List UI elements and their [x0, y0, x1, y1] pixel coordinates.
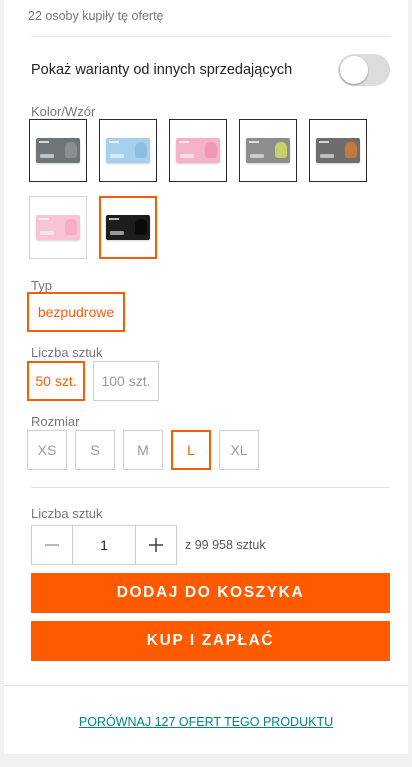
toggle-knob — [340, 56, 368, 84]
type-option-bezpudrowe[interactable]: bezpudrowe — [27, 292, 125, 332]
decrement-button[interactable] — [32, 526, 72, 564]
product-thumbnail — [36, 215, 80, 240]
variants-toggle[interactable] — [338, 54, 390, 86]
color-swatch-3[interactable] — [169, 119, 227, 182]
pieces-option-100[interactable]: 100 szt. — [93, 361, 159, 401]
size-option-label: XL — [230, 442, 248, 458]
product-thumbnail — [106, 215, 150, 240]
size-option-label: S — [90, 442, 100, 458]
pieces-option-label: 50 szt. — [35, 373, 77, 389]
color-swatch-1[interactable] — [29, 119, 87, 182]
divider — [31, 36, 390, 37]
product-thumbnail — [316, 138, 360, 163]
size-option-xs[interactable]: XS — [27, 430, 67, 470]
divider — [4, 685, 408, 686]
product-thumbnail — [106, 138, 150, 163]
divider — [31, 487, 390, 488]
quantity-input[interactable] — [72, 526, 136, 564]
increment-button[interactable] — [136, 526, 176, 564]
size-option-xl[interactable]: XL — [219, 430, 259, 470]
size-option-label: M — [137, 442, 149, 458]
variants-toggle-label: Pokaż warianty od innych sprzedających — [31, 62, 293, 78]
quantity-stepper — [31, 525, 177, 565]
offer-panel: 22 osoby kupiły tę ofertę Pokaż warianty… — [4, 0, 408, 754]
quantity-label: Liczba sztuk — [31, 506, 103, 521]
size-option-label: XS — [37, 442, 57, 458]
size-option-s[interactable]: S — [75, 430, 115, 470]
color-swatch-6[interactable] — [29, 196, 87, 259]
color-swatch-7[interactable] — [99, 196, 157, 259]
stock-text: z 99 958 sztuk — [185, 538, 266, 552]
compare-offers-link[interactable]: PORÓWNAJ 127 OFERT TEGO PRODUKTU — [79, 715, 333, 729]
buyers-count-text: 22 osoby kupiły tę ofertę — [28, 9, 164, 23]
minus-icon — [45, 544, 59, 546]
type-label: Typ — [31, 278, 52, 293]
color-swatch-4[interactable] — [239, 119, 297, 182]
pieces-option-50[interactable]: 50 szt. — [27, 361, 85, 401]
color-label: Kolor/Wzór — [31, 104, 96, 119]
size-label: Rozmiar — [31, 414, 80, 429]
plus-icon — [149, 538, 163, 552]
size-option-l[interactable]: L — [171, 430, 211, 470]
pieces-label: Liczba sztuk — [31, 345, 103, 360]
size-option-m[interactable]: M — [123, 430, 163, 470]
size-option-label: L — [187, 442, 195, 458]
pieces-option-label: 100 szt. — [101, 373, 151, 389]
product-thumbnail — [246, 138, 290, 163]
compare-offers: PORÓWNAJ 127 OFERT TEGO PRODUKTU — [0, 713, 412, 731]
product-thumbnail — [36, 138, 80, 163]
add-to-cart-button[interactable]: DODAJ DO KOSZYKA — [31, 573, 390, 613]
buy-now-button[interactable]: KUP I ZAPŁAĆ — [31, 621, 390, 661]
color-swatch-5[interactable] — [309, 119, 367, 182]
product-thumbnail — [176, 138, 220, 163]
variants-toggle-row: Pokaż warianty od innych sprzedających — [31, 54, 390, 86]
color-swatch-2[interactable] — [99, 119, 157, 182]
type-option-label: bezpudrowe — [37, 304, 115, 320]
